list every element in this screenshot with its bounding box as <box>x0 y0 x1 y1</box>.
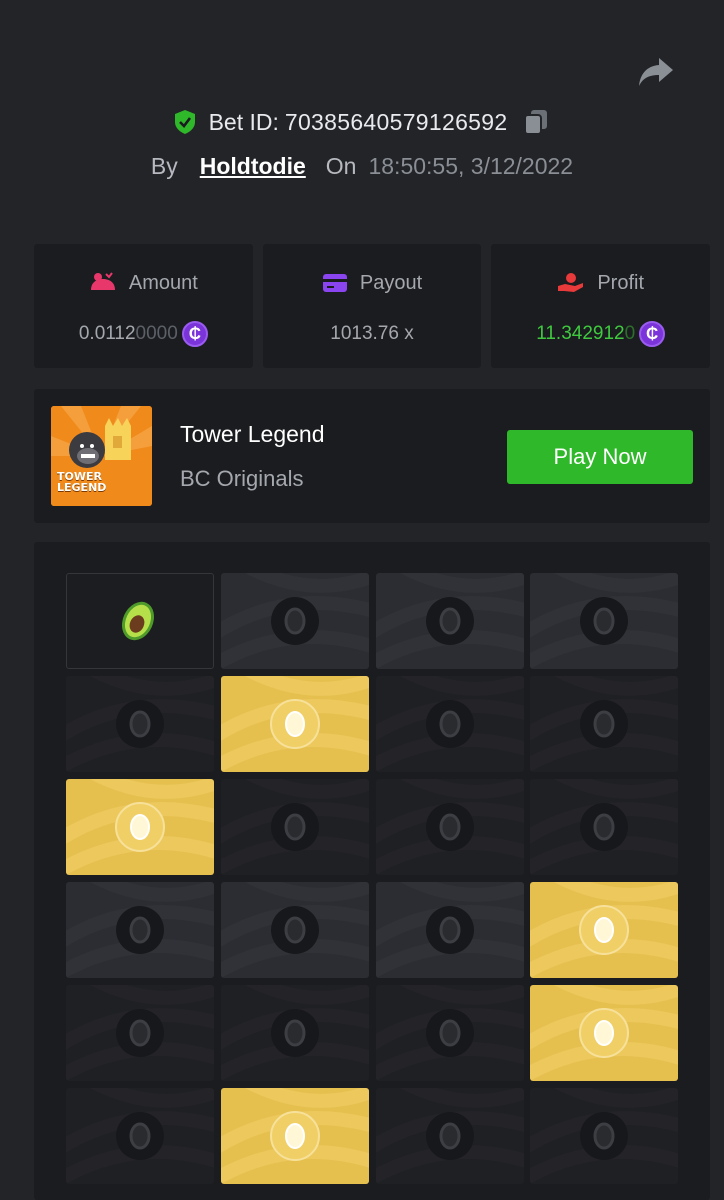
profit-value: 11.342912 <box>536 323 625 344</box>
coin-bag-icon <box>90 272 115 290</box>
tile-hidden[interactable] <box>221 779 369 875</box>
by-label: By <box>150 152 178 179</box>
currency-coin-icon: ₵ <box>639 321 666 347</box>
bet-id-label: Bet ID: <box>208 108 279 135</box>
egg-icon <box>426 700 474 748</box>
game-card: TOWER LEGEND Tower Legend BC Originals P… <box>34 389 710 523</box>
share-button[interactable] <box>636 52 676 92</box>
bet-header: Bet ID: 70385640579126592 By Holdtodie O… <box>0 100 724 188</box>
payout-stat: Payout 1013.76 x <box>262 244 482 368</box>
tile-hidden[interactable] <box>530 1088 678 1184</box>
author-row: By Holdtodie On 18:50:55, 3/12/2022 <box>151 144 573 188</box>
bet-timestamp: 18:50:55, 3/12/2022 <box>368 152 574 179</box>
card-icon <box>322 274 347 292</box>
game-board <box>34 542 710 1200</box>
tile-hidden[interactable] <box>66 676 214 772</box>
egg-icon <box>426 803 474 851</box>
egg-icon <box>116 1112 164 1160</box>
egg-icon <box>116 906 164 954</box>
tile-hidden[interactable] <box>530 779 678 875</box>
currency-coin-icon: ₵ <box>181 321 208 347</box>
tile-hidden[interactable] <box>376 573 524 669</box>
egg-icon <box>426 597 474 645</box>
share-icon <box>639 58 673 86</box>
amount-value-trailing: 0000 <box>135 323 178 344</box>
egg-icon <box>426 1112 474 1160</box>
egg-icon <box>426 906 474 954</box>
egg-icon <box>271 803 319 851</box>
game-thumbnail[interactable]: TOWER LEGEND <box>51 406 152 506</box>
tile-avocado[interactable] <box>66 573 214 669</box>
amount-label: Amount <box>128 271 198 294</box>
tile-egg-revealed[interactable] <box>530 985 678 1081</box>
egg-icon <box>579 905 629 955</box>
egg-icon <box>271 1009 319 1057</box>
game-provider: BC Originals <box>180 466 304 491</box>
egg-icon <box>115 802 165 852</box>
bet-id-value: 70385640579126592 <box>284 108 508 135</box>
tile-egg-revealed[interactable] <box>66 779 214 875</box>
bet-stats: Amount 0.0112 0000 ₵ Payout 1013.76 x Pro… <box>34 244 711 368</box>
egg-icon <box>271 906 319 954</box>
tile-hidden[interactable] <box>376 676 524 772</box>
egg-icon <box>580 1112 628 1160</box>
tile-hidden[interactable] <box>530 676 678 772</box>
profit-value-trailing: 0 <box>624 323 636 344</box>
tile-hidden[interactable] <box>221 985 369 1081</box>
amount-stat: Amount 0.0112 0000 ₵ <box>34 244 253 368</box>
egg-icon <box>116 700 164 748</box>
shield-check-icon <box>174 110 195 134</box>
egg-icon <box>270 1111 320 1161</box>
tile-hidden[interactable] <box>376 779 524 875</box>
play-now-button[interactable]: Play Now <box>507 430 693 484</box>
egg-icon <box>580 803 628 851</box>
tile-hidden[interactable] <box>376 1088 524 1184</box>
egg-icon <box>116 1009 164 1057</box>
avocado-icon <box>121 601 155 641</box>
egg-icon <box>580 700 628 748</box>
copy-button[interactable] <box>523 107 551 137</box>
payout-value: 1013.76 x <box>330 323 414 344</box>
tile-hidden[interactable] <box>66 882 214 978</box>
tile-hidden[interactable] <box>530 573 678 669</box>
game-name: Tower Legend <box>180 421 325 447</box>
egg-icon <box>426 1009 474 1057</box>
tile-hidden[interactable] <box>66 985 214 1081</box>
tile-hidden[interactable] <box>221 573 369 669</box>
profit-label: Profit <box>597 271 645 294</box>
on-label: On <box>325 152 357 179</box>
hand-coin-icon <box>558 273 584 292</box>
profit-stat: Profit 11.342912 0 ₵ <box>491 244 711 368</box>
tile-egg-revealed[interactable] <box>530 882 678 978</box>
username-link[interactable]: Holdtodie <box>200 153 306 180</box>
egg-icon <box>579 1008 629 1058</box>
amount-value: 0.0112 <box>78 323 136 344</box>
bet-id-row: Bet ID: 70385640579126592 <box>173 100 552 144</box>
egg-icon <box>270 699 320 749</box>
tile-egg-revealed[interactable] <box>221 676 369 772</box>
egg-icon <box>580 597 628 645</box>
tile-hidden[interactable] <box>66 1088 214 1184</box>
egg-icon <box>271 597 319 645</box>
tile-egg-revealed[interactable] <box>221 1088 369 1184</box>
tile-hidden[interactable] <box>376 882 524 978</box>
copy-icon <box>524 110 548 135</box>
thumb-title-line2: LEGEND <box>57 481 107 494</box>
tile-hidden[interactable] <box>376 985 524 1081</box>
payout-label: Payout <box>359 271 423 294</box>
tile-hidden[interactable] <box>221 882 369 978</box>
